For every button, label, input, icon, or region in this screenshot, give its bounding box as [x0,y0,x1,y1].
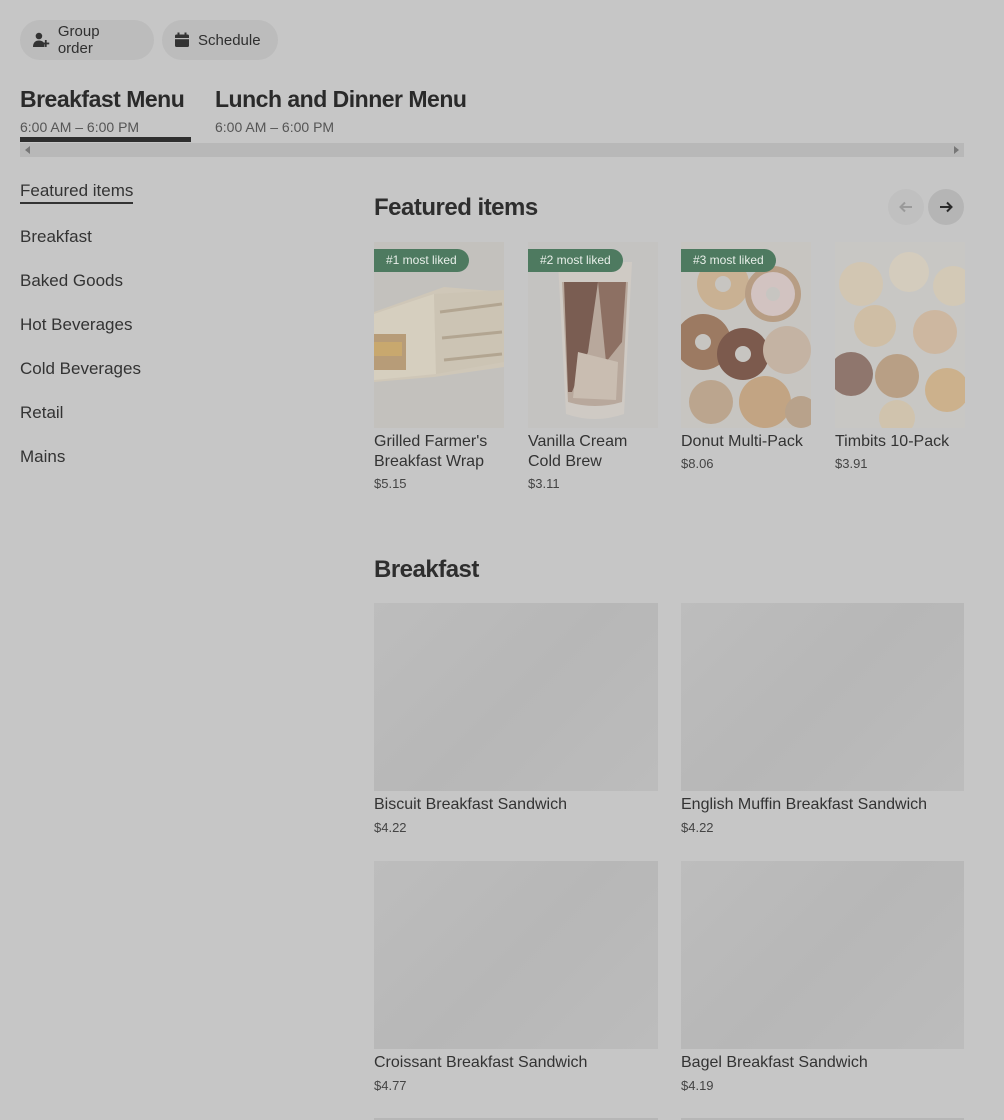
item-price: $4.77 [374,1078,407,1093]
menu-hours: 6:00 AM – 6:00 PM [215,119,335,135]
featured-item-card[interactable]: Timbits 10-Pack $3.91 [835,242,965,471]
item-name: Bagel Breakfast Sandwich [681,1054,868,1071]
most-liked-badge: #2 most liked [528,249,623,272]
carousel-next-button[interactable] [928,189,964,225]
item-image-placeholder [374,861,658,1049]
item-price: $4.22 [374,820,407,835]
scroll-right-arrow-icon[interactable] [954,146,959,154]
item-name: Timbits 10-Pack [835,433,950,450]
group-order-button[interactable]: Group order [20,20,154,60]
category-cold-beverages[interactable]: Cold Beverages [20,359,141,379]
menu-hours: 6:00 AM – 6:00 PM [20,119,140,135]
menu-item-card[interactable]: Biscuit Breakfast Sandwich $4.22 [374,603,658,835]
most-liked-badge: #3 most liked [681,249,776,272]
arrow-left-icon [899,201,912,213]
tab-lunch-dinner-menu[interactable]: Lunch and Dinner Menu 6:00 AM – 6:00 PM [215,86,467,135]
featured-item-card[interactable]: Donut Multi-Pack $8.06 [681,242,811,471]
item-price: $8.06 [681,456,714,471]
item-name: Croissant Breakfast Sandwich [374,1054,588,1071]
scroll-left-arrow-icon[interactable] [25,146,30,154]
tab-breakfast-menu[interactable]: Breakfast Menu 6:00 AM – 6:00 PM [20,86,185,135]
item-price: $3.11 [528,476,560,491]
menu-item-card[interactable]: Bagel Breakfast Sandwich $4.19 [681,861,964,1093]
item-name: Donut Multi-Pack [681,433,803,450]
horizontal-scrollbar[interactable] [20,143,964,157]
item-name: Biscuit Breakfast Sandwich [374,796,567,813]
person-add-icon [32,32,50,47]
menu-title: Breakfast Menu [20,86,185,112]
menu-item-card[interactable]: Croissant Breakfast Sandwich $4.77 [374,861,658,1093]
arrow-right-icon [940,201,953,213]
category-featured-items[interactable]: Featured items [20,181,134,204]
active-tab-indicator [20,137,191,142]
schedule-button[interactable]: Schedule [162,20,278,60]
menu-title: Lunch and Dinner Menu [215,86,467,112]
category-mains[interactable]: Mains [20,447,65,467]
item-image-placeholder [681,861,964,1049]
item-price: $4.22 [681,820,714,835]
featured-item-card[interactable]: Vanilla Cream Cold Brew $3.11 [528,242,658,491]
timbits-image [835,242,965,428]
section-title-featured: Featured items [374,194,538,221]
carousel-prev-button[interactable] [888,189,924,225]
item-name: Grilled Farmer's Breakfast Wrap [374,433,488,470]
schedule-label: Schedule [198,31,261,49]
item-name: English Muffin Breakfast Sandwich [681,796,928,813]
item-image-placeholder [374,603,658,791]
section-title-breakfast: Breakfast [374,556,479,583]
item-image-placeholder [681,603,964,791]
category-hot-beverages[interactable]: Hot Beverages [20,315,132,335]
most-liked-badge: #1 most liked [374,249,469,272]
menu-item-card[interactable]: English Muffin Breakfast Sandwich $4.22 [681,603,964,835]
item-name: Vanilla Cream Cold Brew [528,433,628,470]
calendar-icon [175,32,189,47]
featured-item-card[interactable]: Grilled Farmer's Breakfast Wrap $5.15 [374,242,504,491]
category-breakfast[interactable]: Breakfast [20,227,92,247]
item-price: $4.19 [681,1078,714,1093]
group-order-label: Group order [57,23,100,57]
item-price: $3.91 [835,456,868,471]
item-price: $5.15 [374,476,407,491]
category-retail[interactable]: Retail [20,403,63,423]
category-baked-goods[interactable]: Baked Goods [20,271,123,291]
